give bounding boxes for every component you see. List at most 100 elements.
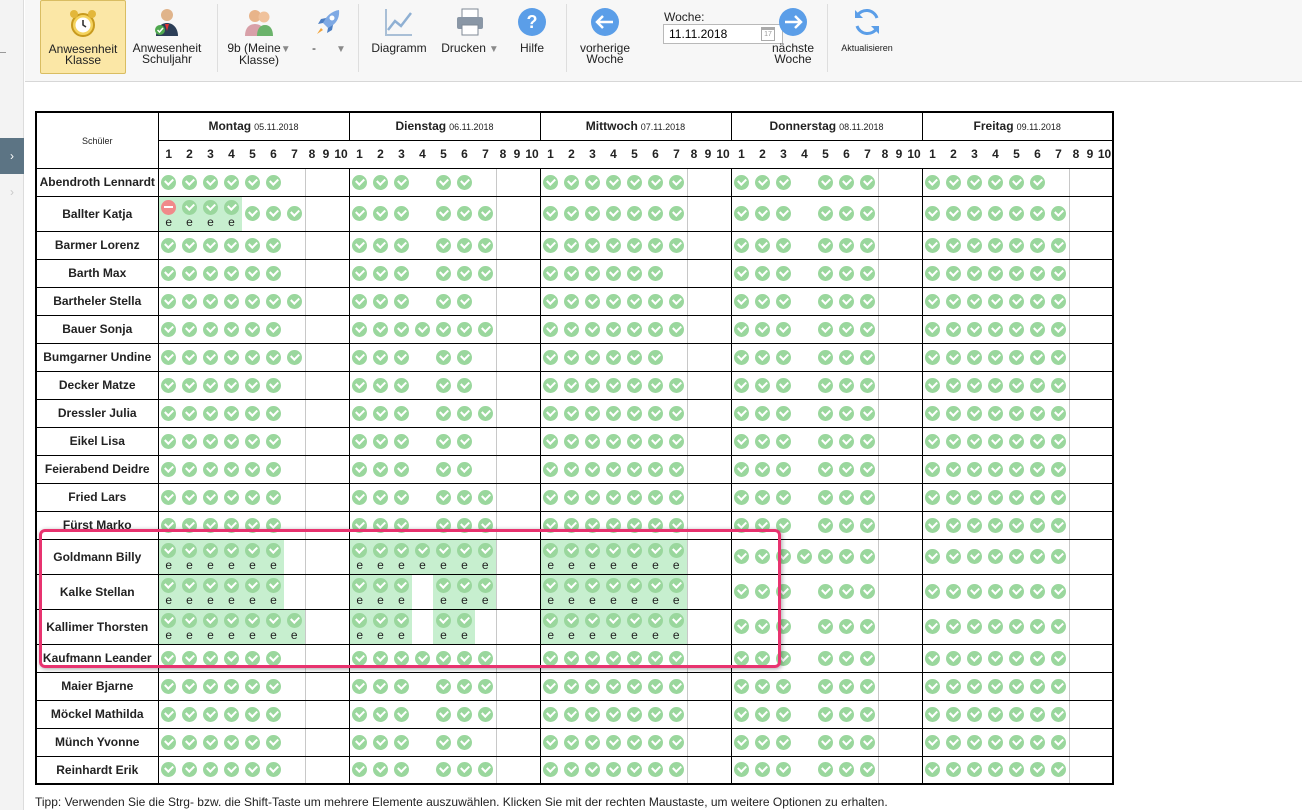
attendance-cell[interactable]: [877, 608, 892, 645]
attendance-cell[interactable]: [319, 755, 333, 785]
attendance-cell[interactable]: [319, 426, 333, 456]
attendance-cell[interactable]: [319, 286, 333, 316]
attendance-cell[interactable]: [1097, 671, 1114, 701]
attendance-cell[interactable]: [454, 167, 475, 197]
attendance-cell[interactable]: [985, 426, 1006, 456]
attendance-cell[interactable]: [794, 608, 815, 645]
attendance-cell[interactable]: [603, 167, 624, 197]
attendance-cell[interactable]: [348, 258, 370, 288]
attendance-cell[interactable]: [985, 573, 1006, 610]
attendance-cell[interactable]: [943, 608, 964, 645]
attendance-cell[interactable]: [1006, 727, 1027, 757]
table-row[interactable]: Münch Yvonne: [35, 727, 1114, 757]
attendance-cell[interactable]: [730, 482, 752, 512]
attendance-cell[interactable]: [1097, 342, 1114, 372]
attendance-cell[interactable]: [582, 454, 603, 484]
attendance-cell[interactable]: [715, 699, 732, 729]
attendance-cell[interactable]: [370, 755, 391, 785]
attendance-cell[interactable]: [454, 286, 475, 316]
attendance-cell[interactable]: [877, 426, 892, 456]
attendance-cell[interactable]: [475, 195, 496, 232]
attendance-cell[interactable]: [752, 671, 773, 701]
attendance-cell[interactable]: [475, 643, 496, 673]
attendance-cell[interactable]: [242, 482, 263, 512]
attendance-cell[interactable]: [701, 538, 715, 575]
attendance-cell[interactable]: [1083, 230, 1097, 260]
anwesenheit-klasse-button[interactable]: Anwesenheit Klasse: [40, 0, 126, 74]
attendance-cell[interactable]: [284, 510, 305, 540]
attendance-cell[interactable]: [304, 699, 319, 729]
attendance-cell[interactable]: [582, 671, 603, 701]
attendance-cell[interactable]: [603, 258, 624, 288]
attendance-cell[interactable]: [892, 643, 906, 673]
attendance-cell[interactable]: [921, 699, 943, 729]
attendance-cell[interactable]: [836, 482, 857, 512]
attendance-cell[interactable]: [539, 286, 561, 316]
attendance-cell[interactable]: [333, 643, 350, 673]
attendance-cell[interactable]: [510, 699, 524, 729]
attendance-cell[interactable]: [1027, 573, 1048, 610]
attendance-cell[interactable]: [943, 699, 964, 729]
attendance-cell[interactable]: [794, 370, 815, 400]
attendance-cell[interactable]: [921, 342, 943, 372]
attendance-cell[interactable]: [773, 454, 794, 484]
attendance-cell[interactable]: [794, 671, 815, 701]
attendance-cell[interactable]: [877, 538, 892, 575]
attendance-cell[interactable]: [561, 342, 582, 372]
attendance-cell[interactable]: [1068, 314, 1083, 344]
attendance-cell[interactable]: [348, 482, 370, 512]
attendance-cell[interactable]: [906, 510, 923, 540]
attendance-cell[interactable]: [475, 286, 496, 316]
attendance-cell[interactable]: [1006, 167, 1027, 197]
attendance-cell[interactable]: [794, 398, 815, 428]
attendance-cell[interactable]: [200, 370, 221, 400]
vorherige-woche-button[interactable]: vorherige Woche: [573, 0, 637, 74]
attendance-cell[interactable]: [892, 370, 906, 400]
attendance-cell[interactable]: [1048, 398, 1069, 428]
attendance-cell[interactable]: [985, 608, 1006, 645]
attendance-cell[interactable]: [1027, 727, 1048, 757]
attendance-cell[interactable]: [157, 398, 179, 428]
attendance-cell[interactable]: [964, 608, 985, 645]
attendance-cell[interactable]: [200, 314, 221, 344]
anwesenheit-schuljahr-button[interactable]: Anwesenheit Schuljahr: [129, 0, 205, 74]
attendance-cell[interactable]: [857, 286, 878, 316]
attendance-cell[interactable]: [794, 538, 815, 575]
attendance-cell[interactable]: [495, 608, 510, 645]
attendance-cell[interactable]: [715, 643, 732, 673]
attendance-cell[interactable]: [645, 755, 666, 785]
attendance-cell[interactable]: [157, 699, 179, 729]
attendance-cell[interactable]: [319, 727, 333, 757]
attendance-cell[interactable]: [319, 538, 333, 575]
attendance-cell[interactable]: [1097, 510, 1114, 540]
attendance-cell[interactable]: [1083, 167, 1097, 197]
attendance-cell[interactable]: [475, 398, 496, 428]
attendance-cell[interactable]: [815, 195, 836, 232]
attendance-cell[interactable]: [221, 167, 242, 197]
attendance-cell[interactable]: [624, 398, 645, 428]
table-row[interactable]: Bauer Sonja: [35, 314, 1114, 344]
attendance-cell[interactable]: [603, 230, 624, 260]
attendance-cell[interactable]: [964, 699, 985, 729]
attendance-cell[interactable]: [857, 671, 878, 701]
attendance-cell[interactable]: [906, 671, 923, 701]
attendance-cell[interactable]: [284, 398, 305, 428]
attendance-cell[interactable]: [752, 370, 773, 400]
attendance-cell[interactable]: [1097, 573, 1114, 610]
attendance-cell[interactable]: [333, 482, 350, 512]
attendance-cell[interactable]: [157, 510, 179, 540]
attendance-cell[interactable]: [964, 573, 985, 610]
attendance-cell[interactable]: [412, 167, 433, 197]
table-row[interactable]: Bartheler Stella: [35, 286, 1114, 316]
attendance-cell[interactable]: [794, 314, 815, 344]
attendance-cell[interactable]: [773, 727, 794, 757]
attendance-cell[interactable]: [179, 342, 200, 372]
attendance-cell[interactable]: [794, 230, 815, 260]
attendance-cell[interactable]: [1083, 699, 1097, 729]
attendance-cell[interactable]: e: [582, 538, 603, 575]
attendance-cell[interactable]: [539, 426, 561, 456]
attendance-cell[interactable]: e: [475, 573, 496, 610]
attendance-cell[interactable]: [701, 454, 715, 484]
attendance-cell[interactable]: [263, 482, 284, 512]
table-row[interactable]: Fürst Marko: [35, 510, 1114, 540]
